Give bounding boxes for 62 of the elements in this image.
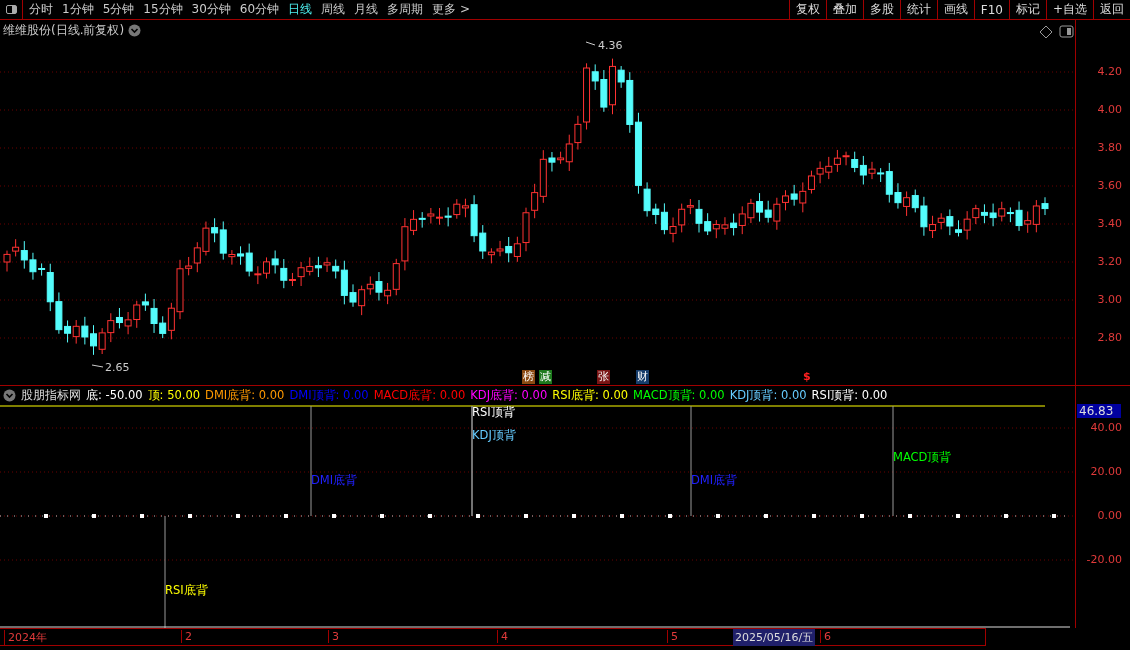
period-tab[interactable]: 周线 [321, 1, 346, 18]
price-axis-label: 3.20 [1097, 255, 1122, 268]
price-axis-label: 3.40 [1097, 217, 1122, 230]
time-axis-label: 5 [667, 630, 678, 643]
price-axis-label: 4.00 [1097, 103, 1122, 116]
signal-label: KDJ顶背 [472, 428, 516, 442]
high-marker-line [585, 41, 596, 46]
panel-icon[interactable] [1059, 25, 1074, 38]
event-tag[interactable]: 张 [597, 370, 610, 384]
cursor-date-label: 2025/05/16/五 [733, 629, 816, 646]
chart-title: 维维股份(日线.前复权) [3, 22, 125, 39]
indicator-value: RSI底背: 0.00 [552, 387, 629, 403]
indicator-value: MACD底背: 0.00 [373, 387, 466, 403]
period-tab[interactable]: 月线 [354, 1, 379, 18]
indicator-value: KDJ顶背: 0.00 [729, 387, 807, 403]
event-tag[interactable]: $ [802, 370, 812, 384]
period-tab[interactable]: 多周期 [387, 1, 424, 18]
price-axis-label: 4.20 [1097, 65, 1122, 78]
time-axis-label: 2024年 [4, 630, 47, 645]
indicator-value: MACD顶背: 0.00 [633, 387, 725, 403]
time-axis-label: 4 [497, 630, 508, 643]
chevron-down-icon[interactable] [128, 24, 142, 37]
price-axis-label: 3.60 [1097, 179, 1122, 192]
time-axis-label: 6 [820, 630, 831, 643]
price-axis-label: 3.00 [1097, 293, 1122, 306]
diamond-icon[interactable] [1039, 25, 1053, 39]
indicator-axis-label: 40.00 [1090, 421, 1122, 434]
indicator-value: KDJ底背: 0.00 [470, 387, 548, 403]
indicator-value: 顶: 50.00 [147, 387, 201, 403]
period-tab[interactable]: 1分钟 [62, 1, 94, 18]
period-tab[interactable]: 5分钟 [102, 1, 135, 18]
low-price-label: 2.65 [105, 361, 130, 374]
signal-label: DMI底背 [691, 473, 738, 487]
indicator-value: DMI顶背: 0.00 [289, 387, 369, 403]
indicator-value: DMI底背: 0.00 [205, 387, 285, 403]
period-tab[interactable]: 分时 [29, 1, 53, 18]
signal-label: RSI底背 [165, 583, 208, 597]
time-axis-label: 2 [181, 630, 192, 643]
signal-label: MACD顶背 [893, 450, 952, 464]
indicator-axis-label: 0.00 [1097, 509, 1122, 522]
high-price-label: 4.36 [598, 39, 623, 52]
signal-label: RSI顶背 [472, 405, 515, 419]
period-tab[interactable]: 60分钟 [239, 1, 280, 18]
event-tag[interactable]: 榜 [522, 370, 535, 384]
signal-label: DMI底背 [311, 473, 358, 487]
indicator-axis-label: -20.00 [1086, 553, 1122, 566]
period-tab[interactable]: 30分钟 [191, 1, 231, 18]
current-value-label: 46.83 [1077, 404, 1122, 418]
event-tag[interactable]: 财 [636, 370, 649, 384]
period-tab[interactable]: 15分钟 [143, 1, 183, 18]
period-tab[interactable]: 日线 [288, 1, 313, 18]
price-axis-label: 2.80 [1097, 331, 1122, 344]
period-tab[interactable]: 更多 > [432, 1, 470, 18]
chevron-down-icon[interactable] [3, 388, 16, 402]
low-marker-line [91, 364, 104, 368]
event-tag[interactable]: 减 [539, 370, 552, 384]
time-axis-label: 3 [328, 630, 339, 643]
indicator-name: 股朋指标网 [21, 387, 81, 403]
indicator-value: RSI顶背: 0.00 [811, 387, 888, 403]
indicator-axis-label: 20.00 [1090, 465, 1122, 478]
price-axis-label: 3.80 [1097, 141, 1122, 154]
indicator-value: 底: -50.00 [86, 387, 143, 403]
